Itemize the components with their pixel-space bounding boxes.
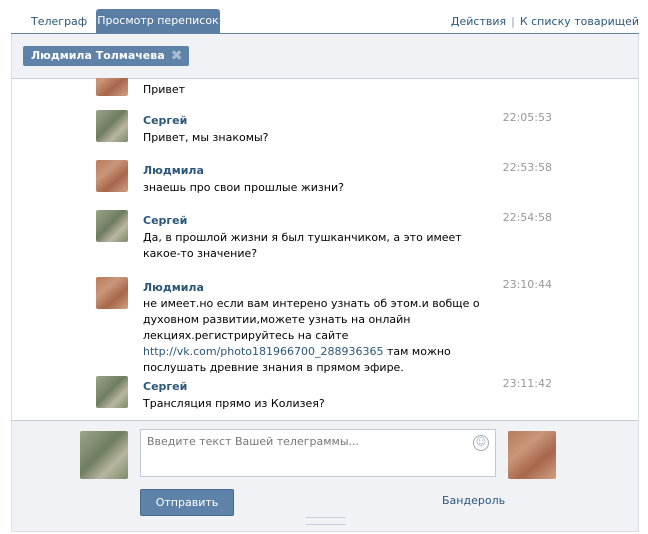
avatar[interactable] [96,277,128,309]
message-text: знаешь про свои прошлые жизни? [143,181,344,194]
recipient-avatar[interactable] [508,431,556,479]
avatar[interactable] [96,376,128,408]
header-links: Действия | К списку товарищей [451,10,639,33]
avatar[interactable] [96,110,128,142]
message-time: 22:05:53 [502,111,552,124]
message-text: Да, в прошлой жизни я был тушканчиком, а… [143,231,462,260]
message-author[interactable]: Сергей [143,114,187,127]
message-text-part: не имеет.но если вам интерено узнать об … [143,297,480,342]
message-time: 22:54:58 [502,211,552,224]
compose-panel: ☺ Отправить Бандероль [11,420,639,532]
recipient-chip[interactable]: Людмила Толмачева ✖ [23,46,189,66]
message-text: Трансляция прямо из Колизея? [143,397,325,410]
friends-list-link[interactable]: К списку товарищей [520,15,639,28]
message-author[interactable]: Сергей [143,380,187,393]
message-author[interactable]: Людмила [143,164,204,177]
conversation-header: Людмила Толмачева ✖ [11,34,639,79]
message-input[interactable] [145,433,469,477]
tab-view-conversations[interactable]: Просмотр переписок [96,9,220,33]
resize-handle[interactable] [306,517,346,525]
parcel-link[interactable]: Бандероль [442,494,505,507]
avatar[interactable] [96,210,128,242]
avatar[interactable] [96,160,128,192]
my-avatar[interactable] [80,431,128,479]
message-text: не имеет.но если вам интерено узнать об … [143,296,483,376]
link-separator: | [511,15,515,28]
message-author[interactable]: Сергей [143,214,187,227]
tab-bar: Телеграф Просмотр переписок Действия | К с… [11,8,639,34]
message-author[interactable]: Людмила [143,281,204,294]
close-icon[interactable]: ✖ [170,46,184,66]
smiley-icon[interactable]: ☺ [473,435,489,451]
message-time: 22:53:58 [502,161,552,174]
message-time: 23:10:44 [502,278,552,291]
avatar[interactable] [96,78,128,96]
send-button[interactable]: Отправить [140,489,234,516]
message-list[interactable]: Привет Сергей 22:05:53 Привет, мы знаком… [11,78,639,420]
tab-telegraph[interactable]: Телеграф [31,10,87,33]
recipient-name: Людмила Толмачева [31,49,165,62]
actions-link[interactable]: Действия [451,15,506,28]
message-link[interactable]: http://vk.com/photo181966700_288936365 [143,345,383,358]
message-input-box[interactable]: ☺ [140,429,496,477]
messenger-window: Телеграф Просмотр переписок Действия | К с… [11,8,639,532]
message-time: 23:11:42 [502,377,552,390]
message-text: Привет, мы знакомы? [143,131,269,144]
message-text: Привет [143,83,186,96]
